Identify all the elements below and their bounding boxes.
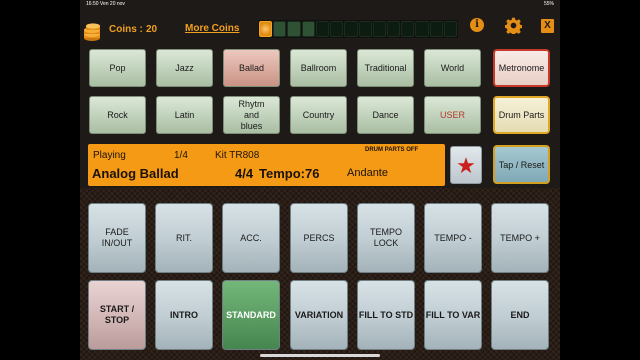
acc-pad[interactable]: ACC.	[222, 203, 280, 273]
gear-icon[interactable]	[505, 17, 522, 34]
coins-value: 20	[146, 24, 158, 35]
coins-icon	[84, 23, 100, 41]
standard-pad[interactable]: STANDARD	[222, 280, 280, 350]
coins-label: Coins :	[109, 24, 143, 35]
tempo-value: Tempo:76	[259, 166, 320, 181]
beat-segment	[429, 21, 443, 37]
end-pad[interactable]: END	[491, 280, 549, 350]
metronome-button[interactable]: Metronome	[493, 49, 550, 87]
star-icon[interactable]: ★	[450, 146, 482, 184]
style-user-button[interactable]: USER	[424, 96, 481, 134]
drum-kit: Kit TR808	[215, 150, 260, 161]
beat-segment	[259, 21, 273, 37]
beat-segment	[344, 21, 358, 37]
beat-segment	[415, 21, 429, 37]
style-ballroom-button[interactable]: Ballroom	[290, 49, 347, 87]
more-coins-link[interactable]: More Coins	[185, 23, 239, 34]
rit-pad[interactable]: RIT.	[155, 203, 213, 273]
battery-indicator: 55%	[543, 1, 554, 7]
tempo-plus-pad[interactable]: TEMPO +	[491, 203, 549, 273]
fill-to-var-pad[interactable]: FILL TO VAR	[424, 280, 482, 350]
beat-segment	[330, 21, 344, 37]
style-rnb-button[interactable]: Rhytm and blues	[223, 96, 280, 134]
style-country-button[interactable]: Country	[290, 96, 347, 134]
style-pop-button[interactable]: Pop	[89, 49, 146, 87]
time-signature: 4/4	[235, 166, 254, 181]
close-icon[interactable]: X	[541, 19, 554, 33]
beat-segment	[315, 21, 330, 37]
beat-indicator	[258, 20, 458, 38]
beat-segment	[358, 21, 372, 37]
fade-in-out-pad[interactable]: FADE IN/OUT	[88, 203, 146, 273]
drum-parts-button[interactable]: Drum Parts	[493, 96, 550, 134]
tempo-name: Andante	[347, 167, 388, 179]
intro-pad[interactable]: INTRO	[155, 280, 213, 350]
style-ballad-button[interactable]: Ballad	[223, 49, 280, 87]
percs-pad[interactable]: PERCS	[290, 203, 348, 273]
fill-to-std-pad[interactable]: FILL TO STD	[357, 280, 415, 350]
info-icon[interactable]: i	[470, 18, 484, 32]
tap-reset-button[interactable]: Tap / Reset	[493, 145, 550, 184]
app-window: 16:50 Ven 20 nov 55% Coins : 20 More Coi…	[80, 0, 560, 360]
status-bar: 16:50 Ven 20 nov 55%	[80, 0, 560, 9]
style-traditional-button[interactable]: Traditional	[357, 49, 414, 87]
tempo-minus-pad[interactable]: TEMPO -	[424, 203, 482, 273]
tempo-lock-pad[interactable]: TEMPO LOCK	[357, 203, 415, 273]
beat-count: 1/4	[174, 150, 188, 161]
style-jazz-button[interactable]: Jazz	[156, 49, 213, 87]
status-time: 16:50 Ven 20 nov	[86, 1, 125, 7]
style-rock-button[interactable]: Rock	[89, 96, 146, 134]
beat-segment	[386, 21, 401, 37]
play-state: Playing	[93, 150, 126, 161]
style-world-button[interactable]: World	[424, 49, 481, 87]
beat-segment	[372, 21, 386, 37]
style-latin-button[interactable]: Latin	[156, 96, 213, 134]
beat-segment	[287, 21, 301, 37]
style-dance-button[interactable]: Dance	[357, 96, 414, 134]
start-stop-pad[interactable]: START / STOP	[88, 280, 146, 350]
beat-segment	[301, 21, 315, 37]
beat-segment	[401, 21, 415, 37]
style-name: Analog Ballad	[92, 166, 179, 181]
beat-segment	[443, 21, 458, 37]
variation-pad[interactable]: VARIATION	[290, 280, 348, 350]
status-display: Playing 1/4 Kit TR808 DRUM PARTS OFF Ana…	[88, 144, 445, 186]
beat-segment	[273, 21, 287, 37]
drum-parts-status: DRUM PARTS OFF	[365, 147, 419, 153]
home-indicator	[260, 354, 380, 357]
